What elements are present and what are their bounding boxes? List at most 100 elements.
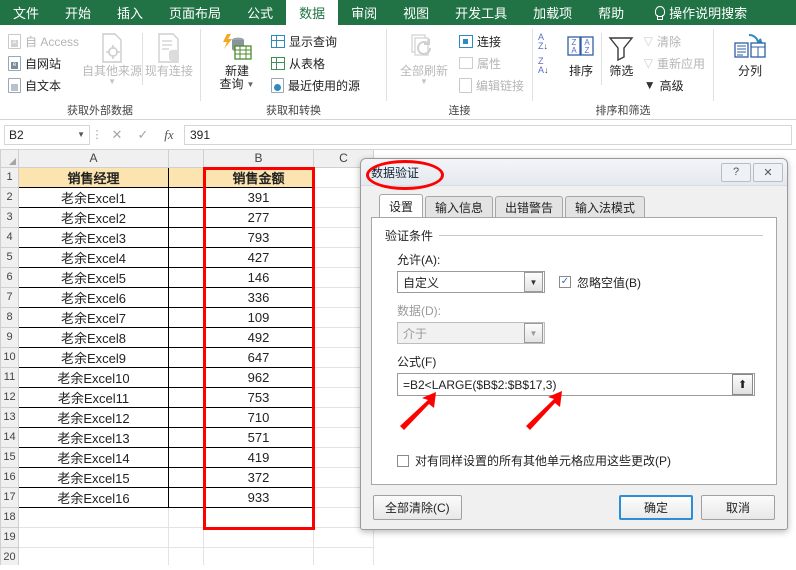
column-header-b[interactable]: B xyxy=(203,150,314,168)
cell-a[interactable]: 老余Excel3 xyxy=(18,226,169,248)
chevron-down-icon[interactable]: ▼ xyxy=(524,272,543,292)
ribbon-tab-home[interactable]: 开始 xyxy=(52,0,104,25)
row-header[interactable]: 12 xyxy=(0,386,19,408)
column-header-gap[interactable] xyxy=(168,150,204,168)
cell-gap[interactable] xyxy=(168,506,204,528)
row-header[interactable]: 16 xyxy=(0,466,19,488)
cmd-recent-sources[interactable]: 最近使用的源 xyxy=(268,75,378,95)
cell-gap-1[interactable] xyxy=(168,166,204,188)
data-select[interactable]: 介于 ▼ xyxy=(397,322,545,344)
cell-a[interactable]: 老余Excel13 xyxy=(18,426,169,448)
cell-b[interactable]: 336 xyxy=(203,286,314,308)
cell-b[interactable]: 492 xyxy=(203,326,314,348)
cell-a[interactable]: 老余Excel6 xyxy=(18,286,169,308)
cell-b[interactable]: 647 xyxy=(203,346,314,368)
row-header[interactable]: 15 xyxy=(0,446,19,468)
tab-ime-mode[interactable]: 输入法模式 xyxy=(565,196,646,218)
cell-b[interactable]: 933 xyxy=(203,486,314,508)
cell-b[interactable]: 427 xyxy=(203,246,314,268)
ribbon-tab-developer[interactable]: 开发工具 xyxy=(442,0,520,25)
cmd-from-table[interactable]: 从表格 xyxy=(268,53,378,73)
cancel-icon[interactable]: ✕ xyxy=(104,125,130,145)
tab-settings[interactable]: 设置 xyxy=(379,194,424,218)
tell-me-lightbulb[interactable] xyxy=(637,0,669,25)
fx-icon[interactable]: fx xyxy=(156,125,182,145)
cmd-show-queries[interactable]: 显示查询 xyxy=(268,31,378,51)
row-header[interactable]: 7 xyxy=(0,286,19,308)
cell-a[interactable]: 老余Excel7 xyxy=(18,306,169,328)
confirm-icon[interactable]: ✓ xyxy=(130,125,156,145)
ignore-blank-checkbox[interactable]: ✓ 忽略空值(B) xyxy=(559,274,641,291)
tab-error-alert[interactable]: 出错警告 xyxy=(495,196,564,218)
row-header[interactable]: 2 xyxy=(0,186,19,208)
ribbon-tab-addins[interactable]: 加载项 xyxy=(520,0,585,25)
row-header[interactable]: 19 xyxy=(0,526,19,548)
cell-b[interactable]: 710 xyxy=(203,406,314,428)
ribbon-tab-formulas[interactable]: 公式 xyxy=(234,0,286,25)
row-header[interactable]: 13 xyxy=(0,406,19,428)
chevron-down-icon[interactable]: ▼ xyxy=(108,78,116,86)
row-header[interactable]: 1 xyxy=(0,166,19,188)
cell-a[interactable]: 老余Excel2 xyxy=(18,206,169,228)
close-icon[interactable]: ✕ xyxy=(753,162,783,182)
cell-gap[interactable] xyxy=(168,446,204,468)
cell-gap[interactable] xyxy=(168,186,204,208)
cell-gap[interactable] xyxy=(168,546,204,565)
cell-a[interactable]: 老余Excel1 xyxy=(18,186,169,208)
formula-input-field[interactable]: =B2<LARGE($B$2:$B$17,3) ⬆ xyxy=(397,373,755,396)
dialog-title-bar[interactable]: 数据验证 ? ✕ xyxy=(361,159,787,186)
cell-gap[interactable] xyxy=(168,366,204,388)
allow-select[interactable]: 自定义 ▼ xyxy=(397,271,545,293)
cell-gap[interactable] xyxy=(168,346,204,368)
row-header[interactable]: 9 xyxy=(0,326,19,348)
cell-c[interactable] xyxy=(313,526,374,548)
cmd-edit-links[interactable]: 编辑链接 xyxy=(456,75,527,95)
row-header[interactable]: 11 xyxy=(0,366,19,388)
ribbon-tab-page-layout[interactable]: 页面布局 xyxy=(156,0,234,25)
cancel-button[interactable]: 取消 xyxy=(701,494,775,520)
sort-ascending-icon[interactable]: A Z↓ xyxy=(538,33,561,51)
cmd-text-to-columns[interactable]: 分列 xyxy=(719,29,781,78)
row-header[interactable]: 8 xyxy=(0,306,19,328)
cell-b[interactable]: 419 xyxy=(203,446,314,468)
row-header[interactable]: 4 xyxy=(0,226,19,248)
cell-a[interactable]: 老余Excel9 xyxy=(18,346,169,368)
cell-gap[interactable] xyxy=(168,266,204,288)
row-header[interactable]: 20 xyxy=(0,546,19,565)
cell-a[interactable]: 老余Excel11 xyxy=(18,386,169,408)
cell-b[interactable]: 793 xyxy=(203,226,314,248)
cmd-from-other-sources[interactable]: 自其他来源 ▼ xyxy=(82,29,142,86)
cell-a[interactable]: 老余Excel15 xyxy=(18,466,169,488)
name-box[interactable]: B2 ▼ xyxy=(4,124,90,145)
cell-b[interactable] xyxy=(203,546,314,565)
row-header[interactable]: 6 xyxy=(0,266,19,288)
ribbon-tab-file[interactable]: 文件 xyxy=(0,0,52,25)
ribbon-tab-insert[interactable]: 插入 xyxy=(104,0,156,25)
cell-b[interactable]: 962 xyxy=(203,366,314,388)
cell-a[interactable]: 老余Excel4 xyxy=(18,246,169,268)
cell-gap[interactable] xyxy=(168,486,204,508)
cell-a[interactable]: 老余Excel5 xyxy=(18,266,169,288)
cell-b[interactable]: 109 xyxy=(203,306,314,328)
cell-b1[interactable]: 销售金额 xyxy=(203,166,314,188)
cmd-new-query[interactable]: 新建 查询 ▼ xyxy=(206,29,268,91)
clear-all-button[interactable]: 全部清除(C) xyxy=(373,494,462,520)
cell-gap[interactable] xyxy=(168,246,204,268)
row-header[interactable]: 17 xyxy=(0,486,19,508)
cmd-clear-filter[interactable]: ▽ 清除 xyxy=(641,31,708,51)
column-header-a[interactable]: A xyxy=(18,150,169,168)
row-header[interactable]: 5 xyxy=(0,246,19,268)
ribbon-tab-help[interactable]: 帮助 xyxy=(585,0,637,25)
cell-a[interactable]: 老余Excel12 xyxy=(18,406,169,428)
cmd-from-access[interactable]: A 自 Access xyxy=(5,31,82,51)
tab-input-message[interactable]: 输入信息 xyxy=(425,196,494,218)
select-all-corner[interactable] xyxy=(0,150,19,168)
cell-b[interactable] xyxy=(203,526,314,548)
cell-b[interactable]: 372 xyxy=(203,466,314,488)
cell-gap[interactable] xyxy=(168,326,204,348)
cell-gap[interactable] xyxy=(168,466,204,488)
formula-input[interactable]: 391 xyxy=(184,124,792,145)
chevron-down-icon[interactable]: ▼ xyxy=(77,130,85,139)
row-header[interactable]: 18 xyxy=(0,506,19,528)
chevron-down-icon[interactable]: ▼ xyxy=(247,80,255,89)
